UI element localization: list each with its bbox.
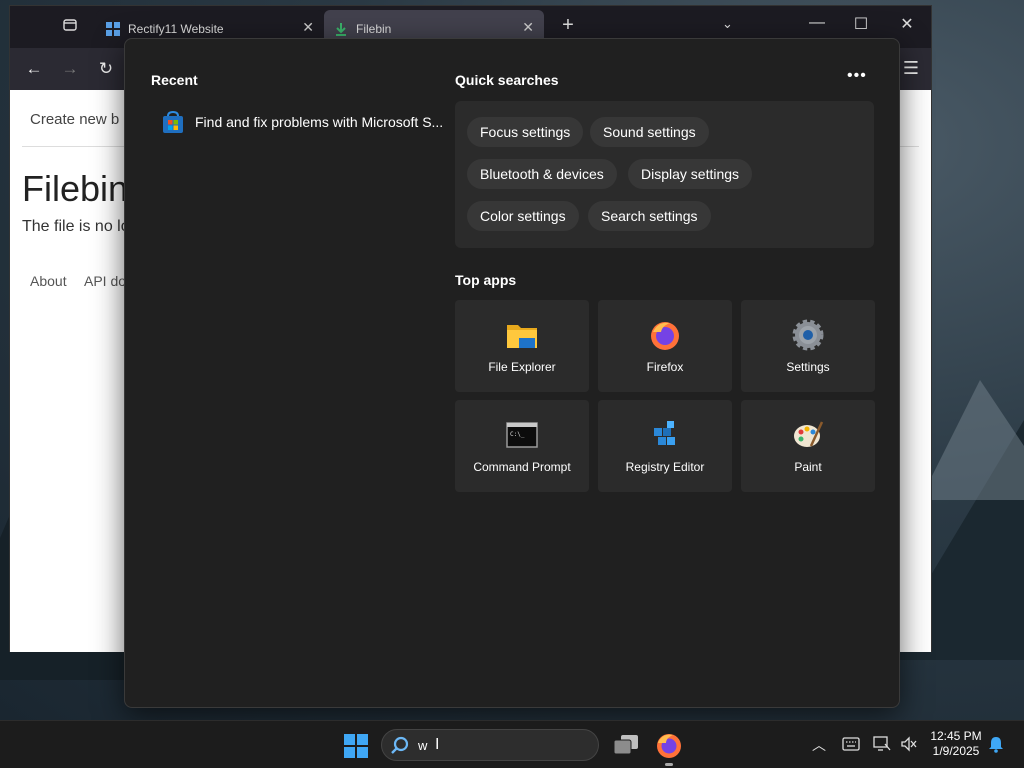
create-new-bin-link[interactable]: Create new b <box>30 111 119 128</box>
app-tile-paint[interactable]: Paint <box>741 400 875 492</box>
quick-searches-title: Quick searches <box>455 72 559 88</box>
registry-icon <box>654 421 675 445</box>
recent-item-label: Find and fix problems with Microsoft S..… <box>195 114 444 130</box>
app-tile-file-explorer[interactable]: File Explorer <box>455 300 589 392</box>
chip-bluetooth-devices[interactable]: Bluetooth & devices <box>467 159 617 189</box>
folder-icon <box>507 325 537 348</box>
wallpaper-snow-peak <box>920 380 1024 500</box>
app-name: Command Prompt <box>473 460 571 474</box>
app-name: Registry Editor <box>625 460 705 474</box>
rectify11-favicon-icon <box>106 22 120 36</box>
app-tile-firefox[interactable]: Firefox <box>598 300 732 392</box>
chip-focus-settings[interactable]: Focus settings <box>467 117 584 147</box>
reload-icon[interactable]: ↻ <box>94 58 118 80</box>
top-apps-title: Top apps <box>455 272 517 288</box>
filebin-favicon-icon <box>336 23 346 36</box>
terminal-icon: C:\_ <box>506 422 538 448</box>
chip-search-settings[interactable]: Search settings <box>588 201 711 231</box>
api-docs-link[interactable]: API do <box>84 273 126 289</box>
network-icon[interactable] <box>873 736 891 752</box>
tab-title: Filebin <box>356 22 392 36</box>
firefox-view-icon <box>63 19 77 31</box>
tab-close-icon[interactable]: ✕ <box>522 19 534 36</box>
close-window-icon[interactable]: ✕ <box>892 14 922 34</box>
running-app-indicator <box>665 763 673 766</box>
task-view-icon[interactable] <box>612 731 640 759</box>
show-hidden-icons-chevron-icon[interactable]: ︿ <box>812 735 826 755</box>
chip-display-settings[interactable]: Display settings <box>628 159 753 189</box>
tab-title: Rectify11 Website <box>128 22 224 36</box>
notification-bell-icon[interactable] <box>988 735 1004 753</box>
chip-color-settings[interactable]: Color settings <box>467 201 579 231</box>
new-tab-button[interactable]: + <box>556 14 580 37</box>
search-flyout: Recent Find and fix problems with Micros… <box>124 38 900 708</box>
hamburger-menu-icon[interactable]: ☰ <box>903 58 919 79</box>
clock-time: 12:45 PM <box>930 729 982 743</box>
forward-arrow-icon[interactable]: → <box>58 58 82 80</box>
app-tile-command-prompt[interactable]: C:\_ Command Prompt <box>455 400 589 492</box>
quick-searches-panel: Focus settings Sound settings Bluetooth … <box>455 101 874 248</box>
search-icon <box>391 736 409 754</box>
page-title: Filebin <box>22 168 129 209</box>
palette-icon <box>794 421 824 447</box>
app-tile-registry-editor[interactable]: Registry Editor <box>598 400 732 492</box>
gear-icon <box>792 319 824 351</box>
text-cursor-icon: I <box>435 736 440 753</box>
system-clock[interactable]: 12:45 PM 1/9/2025 <box>926 729 986 759</box>
app-tile-settings[interactable]: Settings <box>741 300 875 392</box>
firefox-view-button[interactable] <box>56 16 84 40</box>
app-name: Settings <box>786 360 830 374</box>
microsoft-store-icon <box>163 110 183 133</box>
taskbar: w I ︿ 12:45 PM 1/9/2025 <box>0 720 1024 768</box>
about-link[interactable]: About <box>30 273 67 289</box>
minimize-icon[interactable]: — <box>802 14 832 32</box>
maximize-icon[interactable]: ☐ <box>846 14 876 34</box>
recent-item[interactable]: Find and fix problems with Microsoft S..… <box>151 105 451 139</box>
list-all-tabs-chevron-icon[interactable]: ⌄ <box>722 16 733 32</box>
app-name: Firefox <box>646 360 684 374</box>
clock-date: 1/9/2025 <box>932 744 980 758</box>
taskbar-search-box[interactable]: w I <box>381 729 599 761</box>
file-status-message: The file is no lo <box>22 218 130 235</box>
chip-sound-settings[interactable]: Sound settings <box>590 117 709 147</box>
svg-text:C:\_: C:\_ <box>510 431 525 438</box>
windows-start-icon[interactable] <box>343 733 369 759</box>
app-name: Paint <box>794 460 822 474</box>
recent-section-title: Recent <box>151 72 198 88</box>
firefox-icon <box>651 322 679 350</box>
firefox-taskbar-icon[interactable] <box>655 731 683 759</box>
tab-close-icon[interactable]: ✕ <box>302 19 314 36</box>
search-input-value: w <box>418 738 428 753</box>
volume-muted-icon[interactable] <box>900 736 918 752</box>
back-arrow-icon[interactable]: ← <box>22 58 46 80</box>
app-name: File Explorer <box>488 360 556 374</box>
more-options-icon[interactable]: ••• <box>847 67 867 85</box>
keyboard-icon[interactable] <box>842 737 860 751</box>
